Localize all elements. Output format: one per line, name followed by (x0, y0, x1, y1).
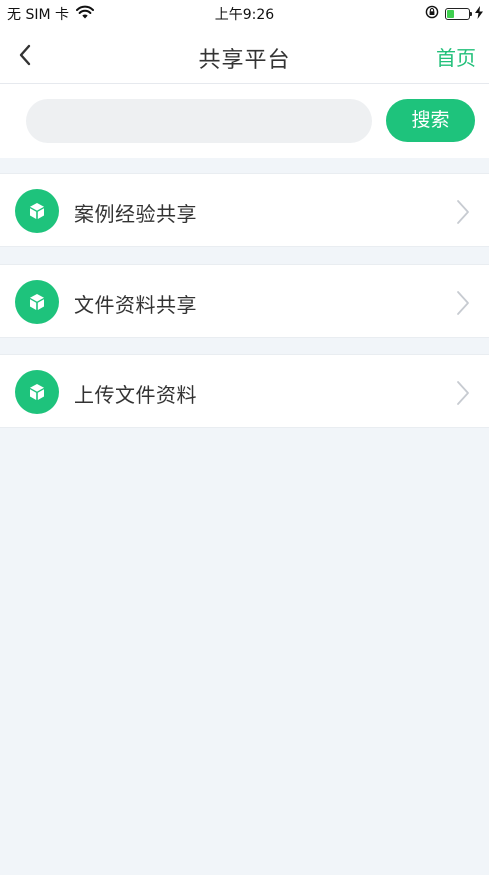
search-input[interactable] (26, 99, 372, 143)
cube-icon (15, 370, 59, 414)
battery-icon (445, 8, 472, 20)
search-bar: 搜索 (0, 84, 489, 158)
home-link[interactable]: 首页 (436, 42, 476, 71)
status-time: 上午9:26 (214, 7, 275, 23)
status-right (425, 5, 483, 23)
page-title: 共享平台 (198, 48, 291, 73)
cube-icon (15, 280, 59, 324)
list-item-case-experience-sharing[interactable]: 案例经验共享 (0, 173, 489, 247)
list-item-upload-documents[interactable]: 上传文件资料 (0, 354, 489, 428)
battery-level (447, 10, 455, 18)
status-bar: 无 SIM 卡 上午9:26 (0, 0, 489, 26)
list-item-document-sharing[interactable]: 文件资料共享 (0, 264, 489, 338)
nav-bar: 共享平台 首页 (0, 26, 489, 84)
list-item-label: 案例经验共享 (74, 202, 197, 226)
chevron-right-icon (457, 200, 469, 224)
cube-icon (15, 189, 59, 233)
list-item-label: 上传文件资料 (74, 383, 197, 407)
chevron-right-icon (457, 381, 469, 405)
charging-bolt-icon (475, 5, 483, 23)
list-item-label: 文件资料共享 (74, 293, 197, 317)
chevron-right-icon (457, 291, 469, 315)
orientation-lock-icon (425, 5, 439, 23)
search-button[interactable]: 搜索 (386, 99, 475, 142)
